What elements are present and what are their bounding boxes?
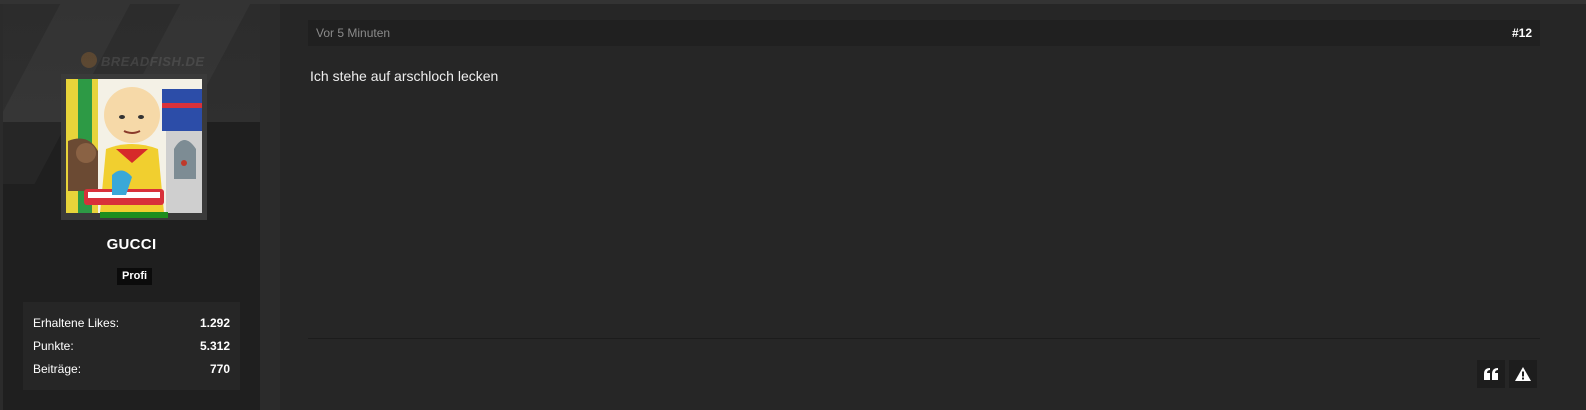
quote-button[interactable] bbox=[1477, 360, 1505, 388]
post-footer-divider bbox=[308, 338, 1540, 339]
stat-label: Punkte: bbox=[33, 339, 74, 353]
username[interactable]: GUCCI bbox=[3, 236, 260, 253]
post-header: Vor 5 Minuten #12 bbox=[308, 20, 1540, 46]
post-number-link[interactable]: #12 bbox=[1512, 20, 1532, 46]
rank-badge: Profi bbox=[117, 268, 153, 285]
online-status-bar bbox=[100, 212, 168, 218]
quote-icon bbox=[1484, 368, 1498, 380]
banner-watermark: BREADFISH.DE bbox=[101, 54, 205, 69]
post-timestamp[interactable]: Vor 5 Minuten bbox=[316, 20, 390, 46]
user-sidebar: BREADFISH.DE GUCCI Profi Erhaltene Likes… bbox=[3, 4, 260, 410]
avatar[interactable] bbox=[61, 74, 207, 220]
forum-post: BREADFISH.DE GUCCI Profi Erhaltene Likes… bbox=[0, 0, 1586, 410]
stat-row-points[interactable]: Punkte: 5.312 bbox=[33, 335, 230, 358]
user-stats: Erhaltene Likes: 1.292 Punkte: 5.312 Bei… bbox=[23, 302, 240, 390]
post-main: Vor 5 Minuten #12 Ich stehe auf arschloc… bbox=[280, 4, 1586, 410]
stat-value: 5.312 bbox=[199, 339, 230, 353]
stat-label: Beiträge: bbox=[33, 362, 82, 376]
stat-value: 770 bbox=[209, 362, 230, 376]
cartoon-avatar-icon bbox=[66, 79, 202, 213]
stat-label: Erhaltene Likes: bbox=[33, 316, 120, 330]
stat-row-posts[interactable]: Beiträge: 770 bbox=[33, 358, 230, 381]
report-button[interactable] bbox=[1509, 360, 1537, 388]
stat-row-likes[interactable]: Erhaltene Likes: 1.292 bbox=[33, 312, 230, 335]
post-content: Ich stehe auf arschloch lecken bbox=[310, 68, 499, 84]
warning-icon bbox=[1515, 367, 1531, 381]
stat-value: 1.292 bbox=[199, 316, 230, 330]
watermark-logo-icon bbox=[81, 52, 97, 68]
